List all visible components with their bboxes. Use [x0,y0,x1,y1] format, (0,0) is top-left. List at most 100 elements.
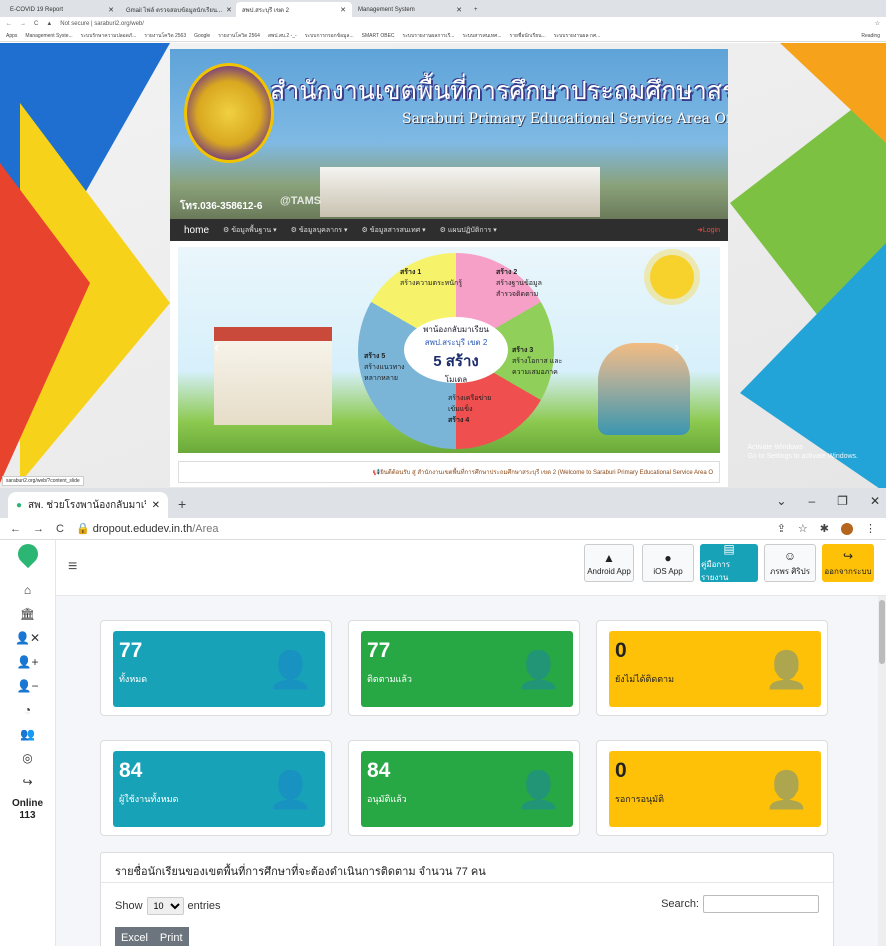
user-minus-icon[interactable]: 👤− [0,674,56,698]
logout-button[interactable]: ↪ ออกจากระบบ [822,544,874,582]
close-icon[interactable]: ✕ [456,6,462,14]
nav-item-basic[interactable]: ⚙ ข้อมูลพื้นฐาน ▾ [223,225,277,236]
bookmark-item[interactable]: ระบบรักษาความปลอดภั... [81,32,137,40]
reload-icon[interactable]: C [56,523,64,535]
close-window-icon[interactable]: ✕ [870,494,880,508]
bookmark-item[interactable]: Google [194,33,210,39]
segment-tag: สร้าง 1 [400,269,422,276]
close-icon[interactable]: ✕ [108,6,114,14]
segment-text: สร้างเครือข่าย เข้มแข็ง [448,395,492,413]
close-icon[interactable]: ✕ [152,500,160,511]
android-icon: ▲ [603,550,615,565]
top-tab-3[interactable]: Management System ✕ [352,2,468,17]
fingerprint-icon[interactable]: ◎ [0,746,56,770]
tab-search-icon[interactable]: ⌄ [776,494,786,508]
bookmark-item[interactable]: รายงานโควิด 2564 [218,32,260,40]
new-tab-button[interactable]: + [178,496,186,512]
user-plus-icon[interactable]: 👤+ [0,650,56,674]
slider-prev-icon[interactable]: ‹ [214,339,219,357]
bookmark-item[interactable]: ระบบรายงานผล กศ... [554,32,601,40]
bookmark-item[interactable]: ระบบสารสนเทศ... [462,32,501,40]
stat-box[interactable]: 84 อนุมัติแล้ว 👤 [361,751,573,827]
new-tab-button[interactable]: + [468,2,488,17]
stat-box[interactable]: 0 รอการอนุมัติ 👤 [609,751,821,827]
nav-item-info[interactable]: ⚙ ข้อมูลสารสนเทศ ▾ [362,225,426,236]
bookmark-item[interactable]: รายงานโควิด 2563 [144,32,186,40]
segment-tag: สร้าง 2 [496,269,518,276]
forward-icon[interactable]: → [20,21,26,27]
star-icon[interactable]: ☆ [798,522,808,535]
stat-box[interactable]: 0 ยังไม่ได้ติดตาม 👤 [609,631,821,707]
hero-slider[interactable]: พาน้องกลับมาเรียน สพป.สระบุรี เขต 2 5 สร… [178,247,720,453]
top-url[interactable]: Not secure | saraburi2.org/web/ [60,21,866,27]
nav-home[interactable]: home [184,225,209,236]
back-icon[interactable]: ← [10,523,21,535]
profile-avatar[interactable] [841,522,853,535]
bookmark-item[interactable]: สพป.สบ.2 -_- [268,32,297,40]
welcome-marquee: 📢 ยินดีต้อนรับ สู่ สำนักงานเขตพื้นที่การ… [178,461,720,483]
scrollbar-thumb[interactable] [879,600,885,664]
bottom-tab-active[interactable]: ● สพ. ช่วยโรงพาน้องกลับมาเรียน ✕ [8,492,168,518]
excel-button[interactable]: Excel [115,927,154,946]
top-tab-1[interactable]: Gmail ไฟล์ ตรวจสอบข้อมูลนักเรียน... ✕ [120,2,236,17]
url-path: /Area [192,523,219,535]
bookmark-item[interactable]: Apps [6,33,17,39]
panel-count: 77 [455,866,468,878]
reading-list[interactable]: Reading [861,33,880,39]
segment-text: สร้างแนวทาง หลากหลาย [364,364,405,382]
login-label: Login [702,227,720,234]
forward-icon[interactable]: → [33,523,44,535]
users-icon[interactable]: 👥 [0,722,56,746]
print-button[interactable]: Print [153,927,189,946]
security-label: Not secure [60,20,90,27]
sign-out-icon[interactable]: ↪ [0,770,56,794]
search-label: Search: [661,898,699,910]
top-tab-0[interactable]: E-COVID 19 Report ✕ [4,2,120,17]
user-x-icon[interactable]: 👤✕ [0,626,56,650]
nav-login[interactable]: ➜Login [697,226,720,234]
bank-icon[interactable]: 🏛 [0,602,56,626]
bookmark-item[interactable]: ระบบการกรอกข้อมูล... [305,32,354,40]
ios-app-button[interactable]: ● iOS App [642,544,694,582]
hamburger-icon[interactable]: ≡ [68,558,77,576]
page-scrollbar[interactable] [878,596,886,946]
segment-1: สร้าง 1 สร้างความตระหนักรู้ [400,267,462,289]
stat-box[interactable]: 84 ผู้ใช้งานทั้งหมด 👤 [113,751,325,827]
nav-item-staff[interactable]: ⚙ ข้อมูลบุคลากร ▾ [291,225,348,236]
star-icon[interactable]: ☆ [875,20,880,27]
top-tab-2[interactable]: สพป.สระบุรี เขต 2 ✕ [236,2,352,17]
restore-icon[interactable]: ❐ [837,494,848,508]
hub-big: 5 สร้าง [433,353,479,370]
stat-box[interactable]: 77 ติดตามแล้ว 👤 [361,631,573,707]
stat-box[interactable]: 77 ทั้งหมด 👤 [113,631,325,707]
main-content: ≡ ▲ Android App ● iOS App ▤ คู่มือการรายงาน… [56,540,886,946]
home-icon[interactable]: ⌂ [0,578,56,602]
reload-icon[interactable]: C [34,21,38,27]
bookmark-item[interactable]: รายชื่อนักเรียน... [510,32,546,40]
entries-label: entries [187,900,221,912]
nav-item-plan[interactable]: ⚙ แผนปฏิบัติการ ▾ [440,225,497,236]
bookmark-item[interactable]: ระบบรายงานผลการเรี... [403,32,455,40]
android-app-button[interactable]: ▲ Android App [584,544,634,582]
panel-title: รายชื่อนักเรียนของเขตพื้นที่การศึกษาที่จ… [101,853,833,883]
user-profile-button[interactable]: ☺ ภรพร ศิริปร [764,544,816,582]
bookmark-item[interactable]: Management Syste... [25,33,72,39]
manual-button[interactable]: ▤ คู่มือการรายงาน [700,542,758,582]
close-icon[interactable]: ✕ [340,6,346,14]
panel-unit: คน [470,866,486,878]
share-icon[interactable]: ⇪ [777,522,786,535]
bookmark-item[interactable]: SMART OBEC [362,33,395,39]
menu-icon[interactable]: ⋮ [865,522,876,535]
back-icon[interactable]: ← [6,21,12,27]
slider-next-icon[interactable]: › [674,339,679,357]
minimize-icon[interactable]: – [808,494,815,508]
segment-3: สร้าง 3 สร้างโอกาส และความเสมอภาค [512,345,568,378]
chart-pie-icon[interactable]: ◔ [0,698,56,722]
bottom-url[interactable]: 🔒 dropout.edudev.in.th/Area [76,522,765,535]
close-icon[interactable]: ✕ [226,6,232,14]
extensions-icon[interactable]: ✱ [820,522,829,535]
app-logo[interactable] [13,539,42,569]
page-size-select[interactable]: 10 [146,897,184,915]
search-control: Search: [661,895,819,913]
search-input[interactable] [703,895,819,913]
